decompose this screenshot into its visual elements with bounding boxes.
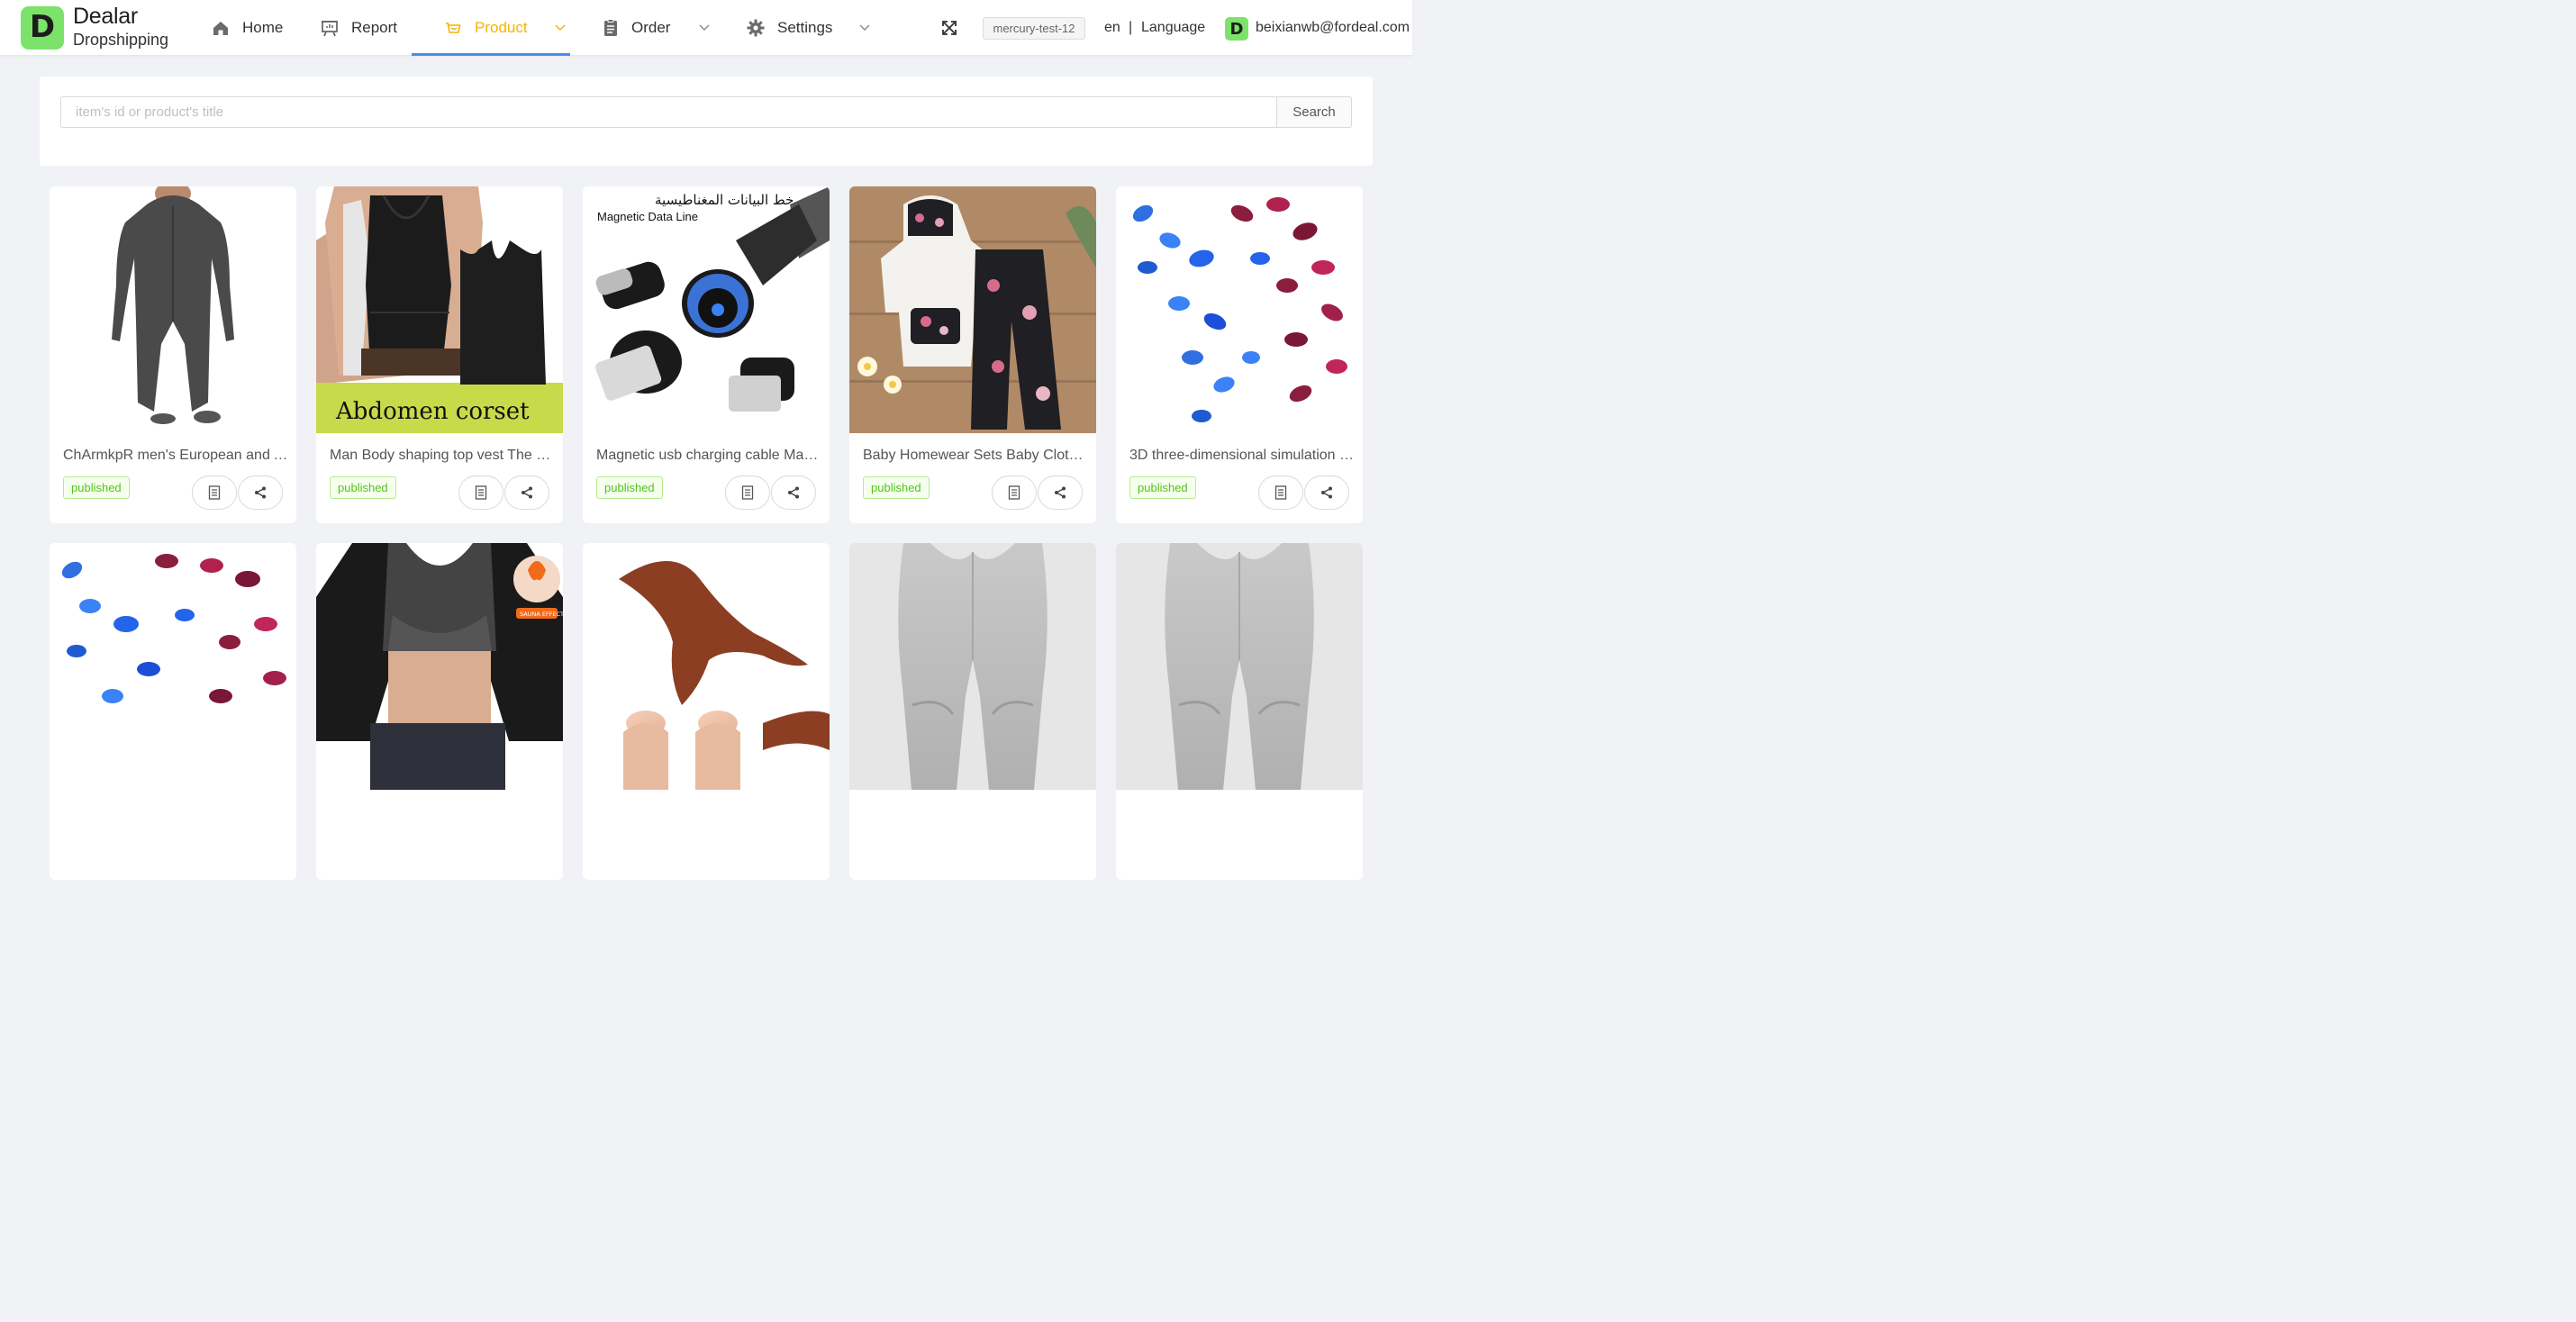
share-icon — [788, 486, 799, 499]
search-button[interactable]: Search — [1276, 96, 1352, 128]
product-card[interactable]: ChArmkpR men's European and American hoo… — [50, 186, 296, 523]
nav-report-label: Report — [351, 19, 398, 36]
share-icon — [522, 486, 532, 499]
product-image-jumpsuit[interactable] — [50, 186, 296, 433]
share-icon — [1055, 486, 1066, 499]
clipboard-icon — [604, 19, 617, 36]
detail-button[interactable] — [192, 475, 237, 510]
detail-button[interactable] — [992, 475, 1037, 510]
product-title[interactable]: 3D three-dimensional simulation butterfl… — [1129, 448, 1356, 464]
environment-badge: mercury-test-12 — [983, 17, 1085, 40]
product-title[interactable]: ChArmkpR men's European and American hoo… — [63, 448, 290, 464]
product-image-leggings[interactable] — [849, 543, 1096, 790]
home-icon — [213, 22, 228, 35]
product-image-baby-set[interactable] — [849, 186, 1096, 433]
share-button[interactable] — [771, 475, 816, 510]
document-icon — [1008, 485, 1020, 500]
product-card[interactable] — [583, 543, 830, 880]
product-card[interactable] — [50, 543, 296, 880]
product-card[interactable] — [1116, 543, 1363, 880]
product-chevron-down-icon[interactable] — [554, 22, 567, 34]
product-title[interactable]: Baby Homewear Sets Baby Clothes Hoodie F… — [863, 448, 1090, 464]
status-badge: published — [63, 476, 130, 499]
nav-settings[interactable]: Settings — [747, 0, 832, 56]
detail-button[interactable] — [1258, 475, 1303, 510]
nav-settings-label: Settings — [777, 19, 833, 36]
nav-home-label: Home — [242, 19, 284, 36]
document-icon — [475, 485, 487, 500]
product-card[interactable]: Abdomen corset Man Body shaping top vest… — [316, 186, 563, 523]
product-card[interactable]: Baby Homewear Sets Baby Clothes Hoodie F… — [849, 186, 1096, 523]
product-image-butterflies[interactable] — [1116, 186, 1363, 433]
svg-text:خط البيانات المغناطيسية: خط البيانات المغناطيسية — [655, 192, 794, 208]
detail-button[interactable] — [458, 475, 503, 510]
product-card[interactable] — [849, 543, 1096, 880]
share-button[interactable] — [1038, 475, 1083, 510]
status-badge: published — [330, 476, 396, 499]
nav-home[interactable]: Home — [212, 0, 283, 56]
share-button[interactable] — [1304, 475, 1349, 510]
product-image-massage-tool[interactable] — [583, 543, 830, 790]
document-icon — [1274, 485, 1287, 500]
detail-button[interactable] — [725, 475, 770, 510]
svg-text:Abdomen corset: Abdomen corset — [335, 398, 530, 425]
language-selector[interactable]: Language — [1141, 20, 1205, 36]
brand-title: Dealar — [73, 4, 138, 29]
status-badge: published — [1129, 476, 1196, 499]
share-icon — [255, 486, 266, 499]
language-separator: | — [1129, 20, 1133, 35]
nav-order[interactable]: Order — [603, 0, 670, 56]
nav-product[interactable]: Product — [444, 0, 528, 56]
share-icon — [1321, 486, 1332, 499]
shopping-bag-icon — [446, 23, 461, 33]
user-avatar[interactable]: D — [1225, 17, 1248, 41]
user-email[interactable]: beixianwb@fordeal.com — [1256, 20, 1410, 36]
product-card[interactable]: 3D three-dimensional simulation butterfl… — [1116, 186, 1363, 523]
language-code[interactable]: en — [1104, 20, 1120, 36]
product-image-butterflies[interactable] — [50, 543, 296, 790]
nav-product-label: Product — [475, 19, 528, 36]
svg-text:SAUNA EFFECT: SAUNA EFFECT — [520, 611, 563, 618]
brand-logo[interactable]: D — [21, 6, 64, 50]
fullscreen-icon[interactable] — [940, 19, 958, 37]
svg-text:Magnetic Data Line: Magnetic Data Line — [597, 210, 698, 223]
status-badge: published — [596, 476, 663, 499]
product-image-magnetic-cable[interactable]: خط البيانات المغناطيسية Magnetic Data Li… — [583, 186, 830, 433]
document-icon — [741, 485, 754, 500]
search-panel: Search — [40, 77, 1373, 166]
active-nav-indicator — [412, 53, 570, 56]
product-title[interactable]: Man Body shaping top vest The abdomen co… — [330, 448, 557, 464]
product-image-leggings[interactable] — [1116, 543, 1363, 790]
top-header: D Dealar Dropshipping Home Report Produc… — [0, 0, 1412, 56]
product-image-corset[interactable]: Abdomen corset — [316, 186, 563, 433]
product-card[interactable]: SAUNA EFFECT — [316, 543, 563, 880]
settings-chevron-down-icon[interactable] — [858, 22, 871, 34]
product-image-sauna-vest[interactable]: SAUNA EFFECT — [316, 543, 563, 790]
brand-subtitle: Dropshipping — [73, 31, 169, 49]
search-input[interactable] — [60, 96, 1277, 128]
order-chevron-down-icon[interactable] — [698, 22, 711, 34]
product-title[interactable]: Magnetic usb charging cable Magnetic Dat… — [596, 448, 823, 464]
brand-name: Dealar Dropshipping — [73, 4, 169, 49]
nav-report[interactable]: Report — [321, 0, 397, 56]
product-card[interactable]: خط البيانات المغناطيسية Magnetic Data Li… — [583, 186, 830, 523]
share-button[interactable] — [238, 475, 283, 510]
document-icon — [208, 485, 221, 500]
share-button[interactable] — [504, 475, 549, 510]
nav-order-label: Order — [631, 19, 671, 36]
report-icon — [322, 21, 338, 37]
status-badge: published — [863, 476, 930, 499]
gear-icon — [747, 19, 765, 37]
